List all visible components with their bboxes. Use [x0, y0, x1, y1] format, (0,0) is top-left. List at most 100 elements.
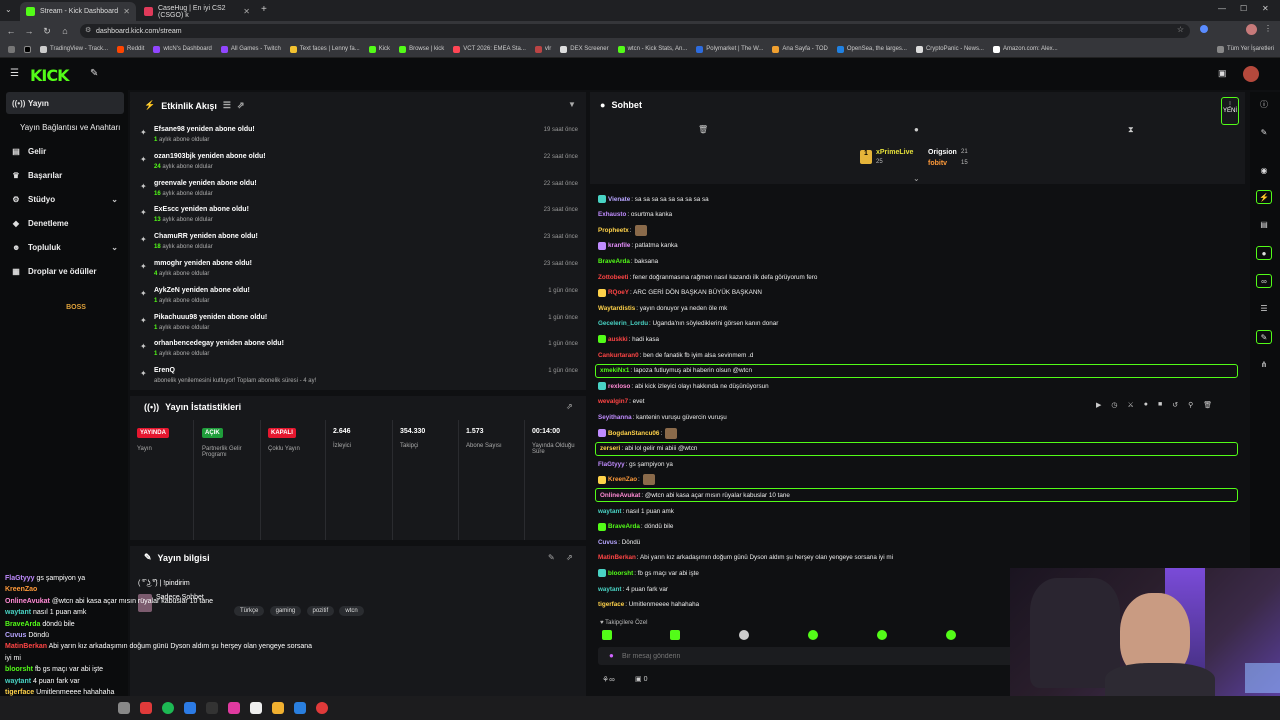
chat-username[interactable]: BraveArda [608, 523, 640, 530]
emote-icon[interactable] [877, 630, 887, 640]
chat-username[interactable]: auskki [608, 336, 628, 343]
undo-icon[interactable]: ↺ [1172, 401, 1178, 415]
back-icon[interactable]: ← [4, 26, 18, 36]
play-icon[interactable]: ▶ [1096, 401, 1101, 415]
chat-username[interactable]: KreenZao [608, 476, 637, 483]
chat-username[interactable]: Propheetx [598, 227, 629, 234]
bookmark-kick[interactable]: Kick [368, 45, 390, 53]
pin-icon[interactable]: ⚲ [1188, 401, 1193, 415]
chat-username[interactable]: OnlineAvukat [600, 492, 640, 499]
sidebar-item-denetleme[interactable]: ◆ Denetleme [6, 212, 124, 234]
chat-message[interactable]: MatinBerkan: Abi yarın kız arkadaşımın d… [598, 551, 1238, 565]
chat-username[interactable]: BogdanStancu06 [608, 430, 659, 437]
chat-message[interactable]: Vienate: sa sa sa sa sa sa sa sa sa [598, 192, 1238, 206]
chat-username[interactable]: Cuvus [598, 539, 617, 546]
popout-icon[interactable]: ⇗ [566, 553, 573, 562]
chat-username[interactable]: MatinBerkan [598, 554, 636, 561]
chat-username[interactable]: Waytardistis [598, 305, 635, 312]
hourglass-icon[interactable]: ⧗ [1128, 125, 1134, 135]
bookmark-twitch[interactable]: All Games - Twitch [220, 45, 281, 53]
camera-icon[interactable]: ◉ [1256, 164, 1272, 178]
chat-message[interactable]: OnlineAvukat: @wtcn abi kasa açar mısın … [595, 488, 1238, 503]
taskbar-app-icon[interactable] [118, 702, 130, 714]
user-avatar[interactable] [1243, 66, 1259, 82]
chat-message[interactable]: waytant: nasıl 1 puan amk [598, 504, 1238, 518]
monitor-icon[interactable]: ▣ [1218, 68, 1227, 79]
steam-icon[interactable] [294, 702, 306, 714]
emote-icon[interactable] [670, 630, 680, 640]
sidebar-item-stream-key[interactable]: Yayın Bağlantısı ve Anahtarı [6, 116, 124, 138]
taskbar-app-icon[interactable] [316, 702, 328, 714]
edit-icon[interactable]: ✎ [1256, 126, 1272, 140]
taskbar-app-icon[interactable] [228, 702, 240, 714]
share-icon[interactable]: ⋔ [1256, 358, 1272, 372]
bookmark-star-icon[interactable]: ☆ [1177, 25, 1184, 34]
chat-bubble-icon[interactable]: ● [914, 125, 919, 134]
chat-bubble-icon[interactable]: ● [1256, 246, 1272, 260]
emote-icon[interactable] [739, 630, 749, 640]
home-icon[interactable]: ⌂ [58, 26, 72, 36]
chat-message[interactable]: zerseri: abi lol gelir mi abiii @wtcn [595, 441, 1238, 456]
chat-message[interactable]: Cankurtaran0: ben de fanatik fb iyim als… [598, 348, 1238, 362]
link-icon[interactable]: ∞ [1256, 274, 1272, 288]
bookmark-dexscreener[interactable]: DEX Screener [560, 45, 609, 53]
reload-icon[interactable]: ↻ [40, 26, 54, 37]
chat-username[interactable]: kranfile [608, 242, 630, 249]
taskbar-app-icon[interactable] [184, 702, 196, 714]
bookmark-tradingview[interactable]: TradingView - Track... [40, 45, 108, 53]
emote-icon[interactable] [602, 630, 612, 640]
chat-menu-button[interactable]: ⋮ YENİ [1221, 97, 1239, 125]
chat-username[interactable]: Exhausto [598, 211, 626, 218]
close-tab-icon[interactable]: ✕ [243, 7, 250, 16]
chat-username[interactable]: Zottobeeti [598, 274, 628, 281]
tag[interactable]: wtcn [339, 606, 364, 616]
emote-icon[interactable] [808, 630, 818, 640]
filter-icon[interactable]: ☰ [223, 100, 231, 111]
chat-username[interactable]: bloorsht [608, 570, 633, 577]
url-input[interactable]: ⚙ dashboard.kick.com/stream ☆ [80, 24, 1190, 38]
chat-message[interactable]: Cuvus: Döndü [598, 535, 1238, 549]
tab-search-icon[interactable]: ⌄ [5, 5, 12, 14]
chat-message[interactable]: Propheetx: [598, 223, 1238, 237]
chat-username[interactable]: rexloso [608, 383, 630, 390]
bookmark-polymarket[interactable]: Polymarket | The W... [696, 45, 763, 53]
bookmark-amazon[interactable]: Amazon.com: Alex... [992, 45, 1058, 53]
popout-icon[interactable]: ⇗ [566, 402, 573, 411]
hamburger-menu-icon[interactable]: ☰ [10, 68, 19, 79]
profile-avatar[interactable] [1246, 24, 1257, 35]
new-tab-icon[interactable]: + [261, 4, 267, 15]
chat-message[interactable]: KreenZao: [598, 473, 1238, 487]
chat-username[interactable]: Vienate [608, 196, 630, 203]
taskbar-app-icon[interactable] [272, 702, 284, 714]
wrench-icon[interactable]: ✎ [1256, 330, 1272, 344]
chat-username[interactable]: RQoeY [608, 289, 629, 296]
bookmark-ana-sayfa[interactable]: Ana Sayfa - TOD [772, 45, 828, 53]
chat-username[interactable]: BraveArda [598, 258, 630, 265]
maximize-icon[interactable]: ☐ [1240, 4, 1247, 13]
chat-username[interactable]: waytant [598, 508, 621, 515]
chat-username[interactable]: tigerface [598, 601, 624, 608]
kick-logo[interactable]: KICK [30, 66, 69, 85]
chat-message[interactable]: Waytardistis: yayın donuyor ya neden öle… [598, 301, 1238, 315]
chat-message[interactable]: BogdanStancu06: [598, 426, 1238, 440]
bookmark-reddit[interactable]: Reddit [117, 45, 144, 53]
mic-icon[interactable]: ● [609, 651, 614, 660]
tab-casehug[interactable]: CaseHug | En iyi CS2 (CSGO) k ✕ [138, 2, 256, 21]
trash-icon[interactable]: 🗑 [1203, 401, 1212, 415]
filter-funnel-icon[interactable]: ▼ [568, 100, 576, 109]
forward-icon[interactable]: → [22, 26, 36, 36]
bookmark-browse-kick[interactable]: Browse | kick [399, 45, 444, 53]
server-icon[interactable]: ☰ [1256, 302, 1272, 316]
chat-message[interactable]: FlaGtyyy: gs şampiyon ya [598, 457, 1238, 471]
sidebar-item-droplar[interactable]: ▦ Droplar ve ödüller [6, 260, 124, 282]
edit-pencil-icon[interactable]: ✎ [548, 553, 555, 562]
chat-message[interactable]: kranfile: patlatma kanka [598, 239, 1238, 253]
chat-bubble-icon[interactable]: ● [1144, 401, 1148, 415]
bookmark-text-faces[interactable]: Text faces | Lenny fa... [289, 45, 360, 53]
sidebar-item-topluluk[interactable]: ☻ Topluluk ⌄ [6, 236, 124, 258]
sidebar-item-basarilar[interactable]: ♛ Başarılar [6, 164, 124, 186]
all-bookmarks[interactable]: Tüm Yer İşaretleri [1216, 45, 1274, 53]
spotify-icon[interactable] [162, 702, 174, 714]
tools-icon[interactable]: ✎ [90, 68, 98, 79]
chat-message[interactable]: Zottobeeti: fener doğranmasına rağmen na… [598, 270, 1238, 284]
